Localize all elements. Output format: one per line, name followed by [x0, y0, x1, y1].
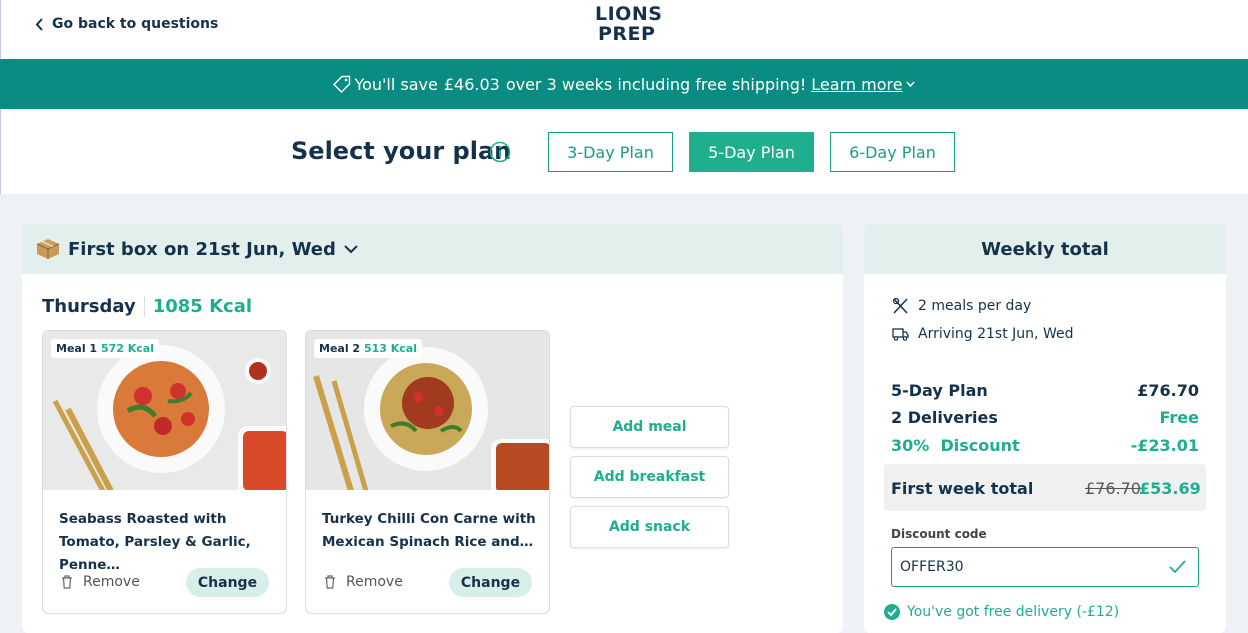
plan-selector: Select your plan 3-Day Plan 5-Day Plan 6… [0, 109, 1248, 194]
tag-icon [333, 75, 351, 93]
divider [143, 296, 145, 317]
meals-per-day: 2 meals per day [892, 298, 1031, 314]
plan-title: Select your plan [291, 137, 512, 165]
meal-kcal: 513 Kcal [363, 342, 417, 355]
remove-label: Remove [346, 574, 403, 590]
box-title: First box on 21st Jun, Wed [68, 238, 336, 260]
weekly-total-panel: Weekly total 2 meals per day Arriving 21… [864, 224, 1226, 633]
meal-label: Meal 2 [319, 342, 361, 355]
chevron-left-icon [35, 17, 43, 31]
weekly-total-title: Weekly total [864, 224, 1226, 274]
cutlery-icon [892, 298, 908, 314]
meal-card[interactable]: Meal 1 572 Kcal Seabass Roasted with Tom… [42, 330, 287, 614]
back-link-label: Go back to questions [52, 16, 219, 32]
trash-icon [62, 575, 72, 589]
info-icon[interactable] [489, 141, 511, 163]
meal-name: Seabass Roasted with Tomato, Parsley & G… [59, 511, 251, 573]
chevron-down-icon[interactable] [905, 81, 915, 87]
discount-row: 30% Discount -£23.01 [891, 436, 1199, 455]
top-bar: Go back to questions LIONS PREP [0, 0, 1248, 59]
box-panel: First box on 21st Jun, Wed Thursday 1085… [22, 224, 843, 633]
check-icon [1169, 560, 1186, 574]
plan-button-3-day[interactable]: 3-Day Plan [548, 132, 673, 172]
plan-button-6-day[interactable]: 6-Day Plan [830, 132, 955, 172]
meal-name: Turkey Chilli Con Carne with Mexican Spi… [322, 511, 536, 550]
free-delivery-text: You've got free delivery (-£12) [907, 604, 1120, 620]
discount-code-label: Discount code [891, 527, 987, 541]
logo-line-1: LIONS [595, 3, 663, 25]
discount-value: -£23.01 [1130, 436, 1199, 455]
remove-label: Remove [83, 574, 140, 590]
change-meal-button[interactable]: Change [186, 568, 269, 597]
remove-meal-button[interactable]: Remove [324, 574, 403, 590]
discount-code-input[interactable]: OFFER30 [891, 547, 1199, 587]
deliveries-row: 2 Deliveries Free [891, 408, 1199, 427]
discount-label: 30% Discount [891, 436, 1020, 455]
total-original-price: £76.70 [1085, 479, 1141, 498]
total-discounted-price: £53.69 [1139, 479, 1201, 498]
add-snack-button[interactable]: Add snack [570, 506, 729, 548]
check-circle-icon [884, 604, 900, 620]
day-kcal: 1085 Kcal [152, 296, 253, 317]
meal-label: Meal 1 [56, 342, 98, 355]
plan-button-5-day[interactable]: 5-Day Plan [689, 132, 814, 172]
arrival-info: Arriving 21st Jun, Wed [892, 326, 1073, 342]
day-heading: Thursday 1085 Kcal [42, 296, 252, 317]
learn-more-link[interactable]: Learn more [811, 75, 902, 94]
back-link[interactable]: Go back to questions [35, 16, 218, 32]
discount-code-value: OFFER30 [900, 559, 964, 575]
plan-price-label: 5-Day Plan [891, 381, 988, 400]
deliveries-value: Free [1159, 408, 1200, 427]
savings-banner: You'll save £46.03 over 3 weeks includin… [0, 59, 1248, 109]
lions-prep-logo[interactable]: LIONS PREP [595, 4, 662, 44]
box-header[interactable]: First box on 21st Jun, Wed [22, 224, 843, 274]
trash-icon [325, 575, 335, 589]
plan-price-row: 5-Day Plan £76.70 [891, 381, 1199, 400]
deliveries-label: 2 Deliveries [891, 408, 998, 427]
meal-kcal: 572 Kcal [100, 342, 154, 355]
meal-badge: Meal 2 513 Kcal [314, 339, 422, 358]
box-icon [36, 239, 60, 259]
banner-text-before: You'll save [354, 74, 438, 94]
change-meal-button[interactable]: Change [449, 568, 532, 597]
chevron-down-icon[interactable] [344, 244, 358, 254]
plan-price-value: £76.70 [1137, 381, 1199, 400]
free-delivery-message: You've got free delivery (-£12) [884, 604, 1119, 620]
banner-amount: £46.03 [443, 74, 500, 94]
first-week-total: First week total £76.70 £53.69 [884, 464, 1206, 511]
logo-line-2: PREP [598, 23, 656, 45]
meal-card[interactable]: Meal 2 513 Kcal Turkey Chilli Con Carne … [305, 330, 550, 614]
remove-meal-button[interactable]: Remove [61, 574, 140, 590]
banner-text-after: over 3 weeks including free shipping! [505, 74, 807, 94]
day-name: Thursday [42, 296, 136, 317]
meals-per-day-text: 2 meals per day [918, 298, 1032, 314]
total-label: First week total [891, 479, 1034, 498]
add-meal-button[interactable]: Add meal [570, 406, 729, 448]
meal-badge: Meal 1 572 Kcal [51, 339, 159, 358]
arrival-text: Arriving 21st Jun, Wed [918, 326, 1074, 342]
truck-icon [892, 328, 909, 341]
add-breakfast-button[interactable]: Add breakfast [570, 456, 729, 498]
